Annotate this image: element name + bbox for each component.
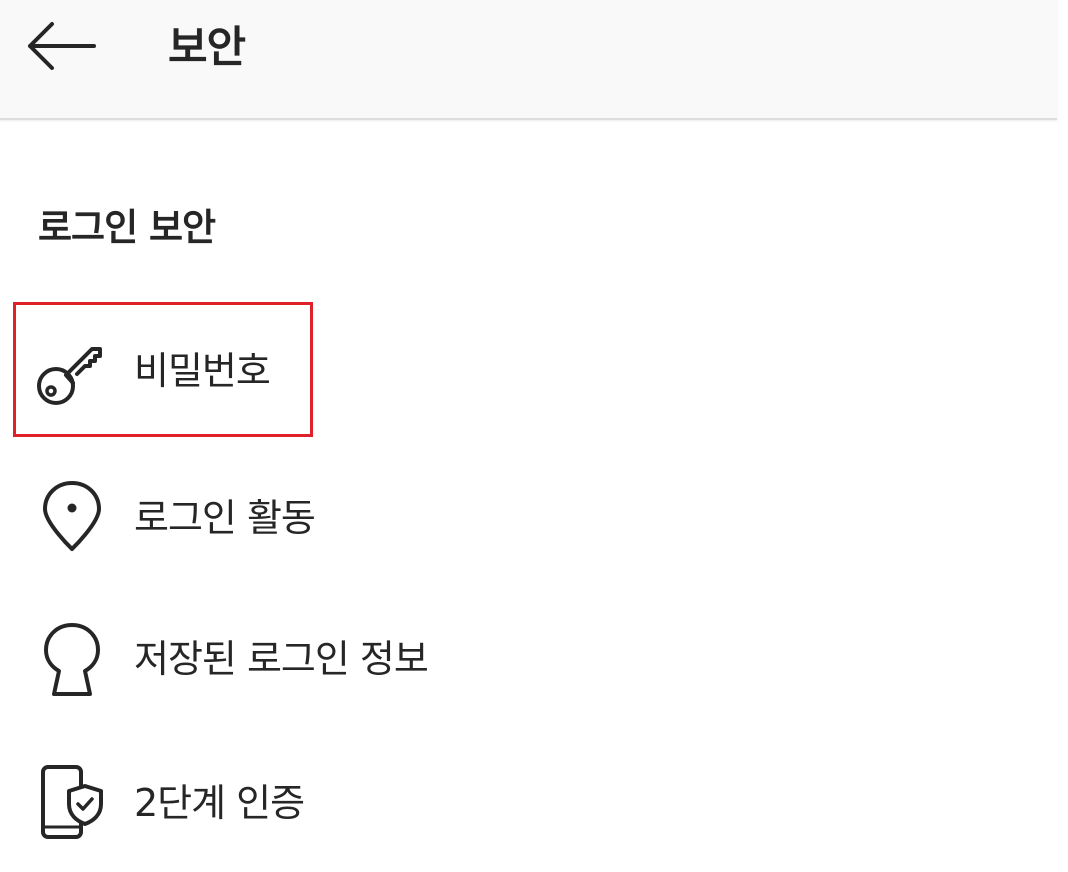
- app-header: 보안: [0, 0, 1057, 120]
- arrow-left-icon: [24, 21, 98, 75]
- back-button[interactable]: [18, 14, 104, 82]
- page-title: 보안: [168, 23, 246, 73]
- menu-item-password[interactable]: 비밀번호: [0, 310, 1057, 430]
- menu-item-label: 로그인 활동: [134, 496, 316, 540]
- phone-shield-icon: [34, 764, 110, 840]
- security-settings-screen: 보안 로그인 보안 비밀번호 로그인 활동 저장된 로그인 정보 2단계 인증: [0, 0, 1068, 872]
- menu-item-two-factor-auth[interactable]: 2단계 인증: [0, 742, 1057, 862]
- section-title: 로그인 보안: [38, 206, 216, 249]
- menu-item-login-activity[interactable]: 로그인 활동: [0, 455, 1057, 575]
- menu-item-label: 저장된 로그인 정보: [134, 637, 429, 681]
- menu-item-saved-login-info[interactable]: 저장된 로그인 정보: [0, 598, 1057, 718]
- key-icon: [34, 334, 110, 410]
- menu-item-label: 2단계 인증: [134, 781, 305, 825]
- keyhole-icon: [34, 622, 110, 698]
- location-pin-icon: [34, 479, 110, 555]
- menu-item-label: 비밀번호: [134, 349, 271, 393]
